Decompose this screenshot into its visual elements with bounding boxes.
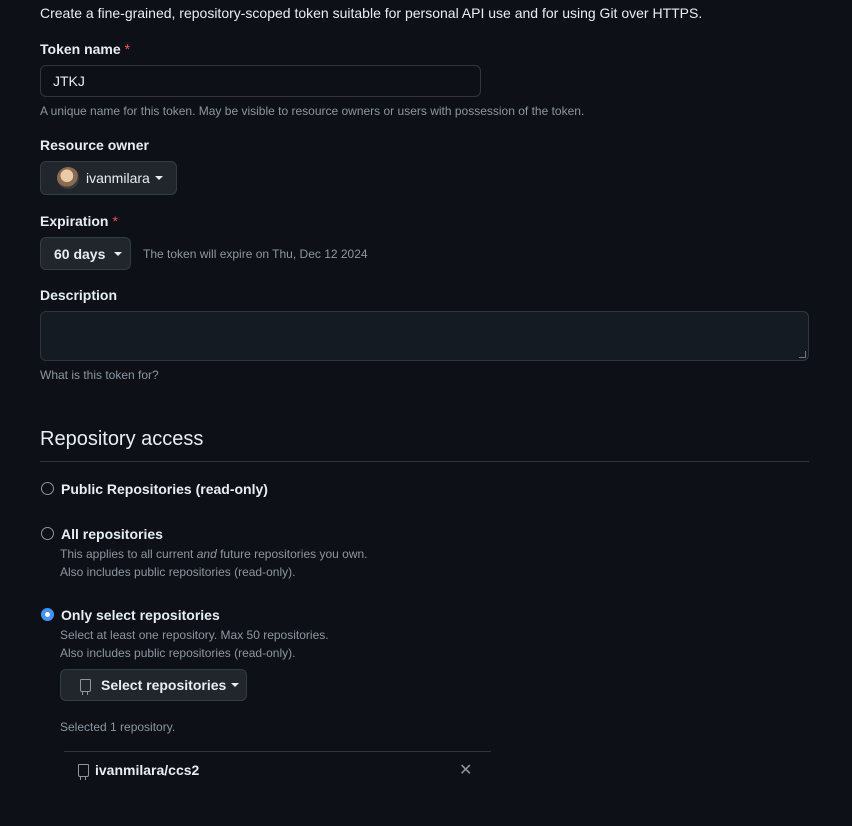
repo-icon	[80, 678, 91, 695]
intro-text: Create a fine-grained, repository-scoped…	[40, 5, 703, 21]
select-repositories-label: Select repositories	[101, 677, 227, 693]
description-hint: What is this token for?	[40, 368, 159, 382]
all-repositories-desc: This applies to all current and future r…	[60, 547, 368, 561]
user-avatar	[57, 167, 79, 189]
description-label: Description	[40, 287, 118, 303]
repo-list-divider	[64, 751, 491, 752]
radio-only-select-repositories[interactable]	[41, 608, 54, 621]
all-repositories-desc-post: future repositories you own.	[216, 547, 368, 561]
caret-down-icon	[231, 683, 240, 687]
description-textarea[interactable]	[40, 311, 809, 361]
resource-owner-dropdown[interactable]: ivanmilara	[40, 161, 177, 195]
all-repositories-desc-emphasis: and	[196, 547, 217, 561]
close-icon[interactable]: ✕	[459, 760, 472, 780]
section-divider	[40, 461, 809, 462]
expiration-value: 60 days	[54, 245, 106, 262]
caret-down-icon	[154, 176, 163, 180]
expiration-label-text: Expiration	[40, 213, 109, 229]
expiration-note: The token will expire on Thu, Dec 12 202…	[143, 247, 368, 261]
caret-down-icon	[114, 251, 123, 256]
radio-label-all-repositories[interactable]: All repositories	[61, 526, 163, 542]
list-item: ivanmilara/ccs2	[78, 762, 200, 780]
select-repositories-button[interactable]: Select repositories	[60, 669, 247, 701]
only-select-desc: Select at least one repository. Max 50 r…	[60, 628, 329, 642]
token-form-page: Create a fine-grained, repository-scoped…	[0, 0, 852, 826]
radio-all-repositories[interactable]	[41, 527, 54, 540]
radio-label-only-select-repositories[interactable]: Only select repositories	[61, 607, 220, 623]
resource-owner-label: Resource owner	[40, 137, 149, 153]
all-repositories-desc-pre: This applies to all current	[60, 547, 197, 561]
radio-public-repositories[interactable]	[41, 482, 54, 495]
expiration-dropdown[interactable]: 60 days	[40, 237, 131, 270]
token-name-input[interactable]: JTKJ	[40, 65, 481, 97]
repository-access-heading: Repository access	[40, 428, 204, 450]
all-repositories-desc2: Also includes public repositories (read-…	[60, 565, 296, 579]
resource-owner-value: ivanmilara	[86, 170, 150, 186]
token-name-hint: A unique name for this token. May be vis…	[40, 104, 585, 118]
selected-repo-name: ivanmilara/ccs2	[95, 762, 200, 778]
radio-label-public-repositories[interactable]: Public Repositories (read-only)	[61, 481, 268, 497]
required-mark: *	[124, 41, 131, 57]
selected-count: Selected 1 repository.	[60, 720, 176, 734]
token-name-label: Token name *	[40, 41, 130, 57]
token-name-label-text: Token name	[40, 41, 121, 57]
required-mark: *	[112, 213, 118, 229]
expiration-label: Expiration *	[40, 213, 118, 229]
resize-grip-icon[interactable]	[799, 351, 806, 358]
repo-icon	[78, 763, 89, 780]
only-select-desc2: Also includes public repositories (read-…	[60, 646, 296, 660]
